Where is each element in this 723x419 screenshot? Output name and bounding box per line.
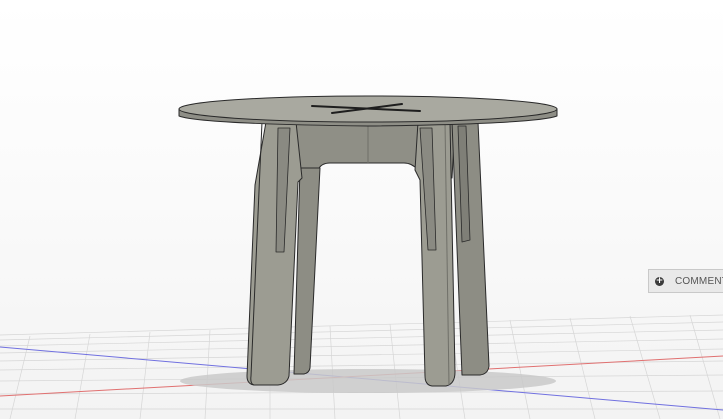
table-leg-back-right[interactable]	[451, 121, 490, 376]
canvas-viewport[interactable]: + COMMENTS	[0, 0, 723, 419]
table-leg-back-left[interactable]	[293, 167, 321, 375]
ground-grid	[0, 314, 723, 419]
3d-scene[interactable]	[0, 0, 723, 419]
comments-label: COMMENTS	[675, 275, 723, 287]
plus-circle-icon[interactable]: +	[655, 276, 664, 286]
table-leg-front-right[interactable]	[414, 121, 456, 387]
table-shadow	[180, 369, 556, 393]
comments-panel[interactable]: + COMMENTS	[648, 269, 723, 293]
table-leg-front-left[interactable]	[246, 121, 303, 386]
table-model[interactable]	[178, 95, 558, 387]
